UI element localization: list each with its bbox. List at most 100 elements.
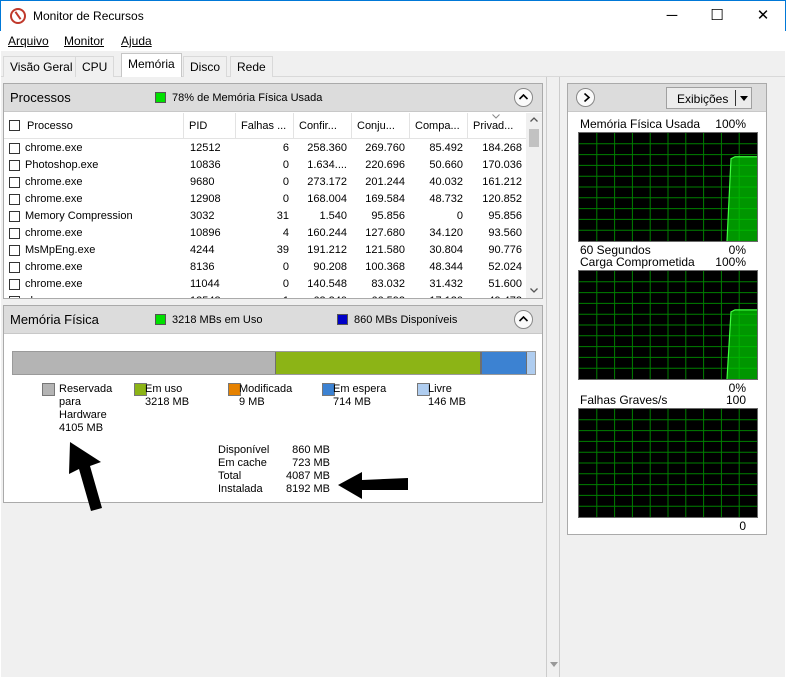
select-all-checkbox[interactable] [9,120,20,131]
table-cell: 6 [282,142,289,154]
arrow-pointer-icon [69,442,102,511]
dropdown-arrow-icon [740,96,748,101]
table-row[interactable]: chrome.exe 12908 0 168.004 169.584 48.732 120.… [4,191,526,208]
row-checkbox[interactable] [9,245,20,256]
legend-item: Reservada para Hardware 4105 MB [42,383,132,443]
tab-memoria[interactable]: Memória [121,53,182,78]
row-checkbox[interactable] [9,228,20,239]
legend-item: Modificada 9 MB [228,383,318,443]
processes-status: 78% de Memória Física Usada [172,92,323,104]
row-checkbox[interactable] [9,160,20,171]
table-row[interactable]: Memory Compression 3032 31 1.540 95.856 0 95.8… [4,208,526,225]
views-dropdown[interactable]: Exibições [666,87,752,109]
sort-down-icon [492,114,500,119]
legend-value: 714 MB [333,396,371,408]
physical-memory-title: Memória Física [10,312,99,327]
table-row[interactable]: chrome.exe 11044 0 140.548 83.032 31.432 51.60… [4,276,526,293]
col-processo[interactable]: Processo [22,113,184,139]
summary-value: 860 MB [292,444,330,456]
table-cell: 8136 [190,261,215,273]
col-conjunto[interactable]: Conju... [352,113,410,139]
tab-rede[interactable]: Rede [230,56,273,77]
menu-monitor-label: Monitor [64,34,105,48]
col-falhas[interactable]: Falhas ... [236,113,294,139]
processes-panel: Processos 78% de Memória Física Usada Pr… [3,83,543,299]
tab-visao-geral[interactable]: Visão Geral [3,56,80,77]
summary-label: Em cache [218,457,267,469]
title-bar[interactable]: Monitor de Recursos ─ ☐ ✕ [0,0,786,31]
main-scrollbar[interactable] [546,77,560,677]
table-cell: 201.244 [365,176,405,188]
menu-arquivo[interactable]: Arquivo [8,34,49,48]
graph-area-fill [727,309,757,379]
in-use-square-icon [155,314,166,325]
summary-label: Instalada [218,483,263,495]
processes-header[interactable]: Processos 78% de Memória Física Usada [4,84,542,112]
legend-color-swatch [42,383,55,396]
scroll-up-icon[interactable] [530,117,538,122]
collapse-memory-button[interactable] [514,310,533,329]
row-checkbox[interactable] [9,262,20,273]
scroll-down-icon[interactable] [530,288,538,293]
physical-memory-panel: Memória Física 3218 MBs em Uso 860 MBs D… [3,305,543,511]
scroll-down-icon[interactable] [550,662,558,668]
legend-label: para [59,396,82,408]
row-checkbox[interactable] [9,194,20,205]
table-row[interactable]: chrome.exe 135481 63.240 66.592 17.120 49.472 [4,293,526,298]
row-checkbox[interactable] [9,279,20,290]
table-cell: chrome.exe [25,176,83,188]
menu-ajuda[interactable]: Ajuda [121,34,152,48]
table-cell: 269.760 [365,142,405,154]
tab-cpu[interactable]: CPU [75,56,115,77]
table-cell: 1.540 [319,210,347,222]
col-confirmado[interactable]: Confir... [294,113,352,139]
graph-canvas [578,270,758,380]
table-row[interactable]: chrome.exe 8136 0 90.208 100.368 48.344 52.024 [4,259,526,276]
expand-side-button[interactable] [576,88,595,107]
row-checkbox[interactable] [9,177,20,188]
tab-disco[interactable]: Disco [183,56,228,77]
row-checkbox[interactable] [9,211,20,222]
table-cell: 95.856 [488,210,522,222]
maximize-button[interactable]: ☐ [694,1,740,31]
table-row[interactable]: MsMpEng.exe 4244 39 191.212 121.580 30.804 90.… [4,242,526,259]
summary-value: 8192 MB [285,483,330,495]
process-table-scrollbar[interactable] [526,113,542,298]
app-icon [10,8,26,24]
table-row[interactable]: chrome.exe 9680 0 273.172 201.244 40.032 161.2… [4,174,526,191]
row-checkbox[interactable] [9,296,20,298]
collapse-processes-button[interactable] [514,88,533,107]
table-cell: MsMpEng.exe [25,244,96,256]
menu-ajuda-label: Ajuda [121,34,152,48]
legend-label: Em uso [145,383,183,395]
table-cell: chrome.exe [25,293,184,298]
table-cell: 9680 [190,176,215,188]
table-row[interactable]: chrome.exe 12512 6 258.360 269.760 85.492 184.… [4,140,526,157]
available-square-icon [337,314,348,325]
memory-legend: Reservada para Hardware 4105 MB Em uso 3218 M… [4,383,542,443]
table-cell: 273.172 [307,176,347,188]
col-pid[interactable]: PID [184,113,236,139]
table-cell: 184.268 [482,142,522,154]
col-compartilhavel[interactable]: Compa... [410,113,468,139]
legend-label: Reservada [59,383,113,395]
legend-value: 146 MB [428,396,466,408]
scrollbar-thumb[interactable] [529,129,539,147]
table-cell: Photoshop.exe [25,159,99,171]
menu-bar: Arquivo Monitor Ajuda [1,31,785,51]
table-cell: 100.368 [365,261,405,273]
table-cell: 95.856 [371,210,405,222]
row-checkbox[interactable] [9,143,20,154]
menu-monitor[interactable]: Monitor [64,34,104,48]
table-cell: 10836 [190,159,221,171]
minimize-button[interactable]: ─ [649,1,695,31]
table-cell: 90.776 [488,244,522,256]
physical-memory-header[interactable]: Memória Física 3218 MBs em Uso 860 MBs D… [4,306,542,334]
close-button[interactable]: ✕ [740,1,786,31]
table-row[interactable]: Photoshop.exe 10836 0 1.634.... 220.696 50.66… [4,157,526,174]
table-cell: 168.004 [307,193,347,205]
table-cell: chrome.exe [25,142,83,154]
table-row[interactable]: chrome.exe 10896 4 160.244 127.680 34.120 93.5… [4,225,526,242]
table-cell: chrome.exe [25,193,83,205]
in-use-status: 3218 MBs em Uso [172,314,263,326]
